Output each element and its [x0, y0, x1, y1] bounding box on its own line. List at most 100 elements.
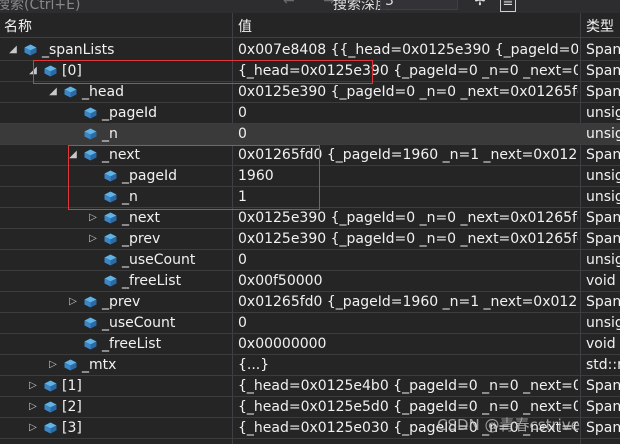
- object-icon: [44, 401, 57, 413]
- column-divider[interactable]: [580, 13, 581, 38]
- watch-row[interactable]: ▷ _prev 0x0125e390 {_pageId=0 _n=0 _next=0…: [0, 229, 620, 250]
- variable-name: _n: [102, 126, 118, 142]
- watch-row[interactable]: ◢ [0] {_head=0x0125e390 {_pageId=0 _n=0 _n…: [0, 61, 620, 82]
- object-icon: [84, 296, 97, 308]
- variable-value[interactable]: {_head=0x0125e5d0 {_pageId=0 _n=0 _next=…: [238, 399, 578, 415]
- variable-type: unsig: [586, 315, 620, 331]
- variable-value[interactable]: 1960: [238, 168, 578, 184]
- expand-arrow-icon[interactable]: ▷: [88, 232, 98, 246]
- collapse-arrow-icon[interactable]: ◢: [8, 43, 18, 57]
- object-icon: [64, 86, 77, 98]
- variable-name: _prev: [102, 294, 141, 310]
- watch-column-header: 名称 值 类型: [0, 13, 620, 38]
- watch-row[interactable]: ▷ _mtx {...} std::m: [0, 355, 620, 376]
- object-icon: [44, 65, 57, 77]
- column-header-value[interactable]: 值: [238, 16, 252, 36]
- expand-arrow-icon[interactable]: ▷: [48, 358, 58, 372]
- collapse-arrow-icon[interactable]: ◢: [48, 85, 58, 99]
- variable-value[interactable]: {_head=0x0125e4b0 {_pageId=0 _n=0 _next=…: [238, 378, 578, 394]
- watch-row[interactable]: ▷ _prev 0x01265fd0 {_pageId=1960 _n=1 _nex…: [0, 292, 620, 313]
- pin-icon[interactable]: ✢: [473, 0, 487, 10]
- variable-value[interactable]: 0: [238, 252, 578, 268]
- object-icon: [84, 338, 97, 350]
- variable-name: _freeList: [102, 336, 162, 352]
- variable-value[interactable]: {_head=0x0125e390 {_pageId=0 _n=0 _next=…: [238, 63, 578, 79]
- expand-arrow-icon[interactable]: ▷: [28, 400, 38, 414]
- variable-type: unsig: [586, 252, 620, 268]
- watch-row[interactable]: _useCount 0 unsig: [0, 250, 620, 271]
- expand-arrow-icon[interactable]: ▷: [28, 421, 38, 435]
- watch-row[interactable]: _useCount 0 unsig: [0, 313, 620, 334]
- variable-type: Span: [586, 378, 620, 394]
- variable-name: [3]: [62, 420, 82, 436]
- watch-row[interactable]: _freeList 0x00000000 void: [0, 334, 620, 355]
- variable-name: _pageId: [102, 105, 157, 121]
- variable-name: _freeList: [122, 273, 182, 289]
- variable-type: void: [586, 336, 616, 352]
- variable-name: _mtx: [82, 357, 117, 373]
- variable-value[interactable]: 0x007e8408 {{_head=0x0125e390 {_pageId=0…: [238, 42, 578, 58]
- variable-type: unsig: [586, 168, 620, 184]
- view-options-icon[interactable]: ≡: [500, 0, 516, 12]
- expand-arrow-icon[interactable]: ▷: [68, 295, 78, 309]
- variable-type: Span: [586, 147, 620, 163]
- object-icon: [24, 44, 37, 56]
- variable-type: Span: [586, 420, 620, 436]
- variable-value[interactable]: 0x01265fd0 {_pageId=1960 _n=1 _next=0x01…: [238, 294, 578, 310]
- search-box[interactable]: 搜索(Ctrl+E): [0, 0, 80, 13]
- variable-name: _prev: [122, 231, 161, 247]
- variable-value[interactable]: {...}: [238, 357, 578, 373]
- watch-row[interactable]: _freeList 0x00f50000 void: [0, 271, 620, 292]
- variable-value[interactable]: 0: [238, 105, 578, 121]
- expand-arrow-icon[interactable]: ▷: [88, 211, 98, 225]
- expand-arrow-icon[interactable]: ▷: [28, 379, 38, 393]
- watch-row[interactable]: ◢ _head 0x0125e390 {_pageId=0 _n=0 _next=0…: [0, 82, 620, 103]
- column-header-type[interactable]: 类型: [586, 16, 614, 36]
- watch-row[interactable]: _pageId 0 unsig: [0, 103, 620, 124]
- variable-value[interactable]: 0x00000000: [238, 336, 578, 352]
- variable-name: _useCount: [102, 315, 176, 331]
- variable-type: Span: [586, 42, 620, 58]
- watermark: CSDN @青春cstrive: [437, 416, 580, 434]
- watch-row[interactable]: ▷ _next 0x0125e390 {_pageId=0 _n=0 _next=0…: [0, 208, 620, 229]
- search-depth-input[interactable]: 3: [380, 0, 458, 10]
- variable-name: _next: [102, 147, 141, 163]
- variable-value[interactable]: 0x0125e390 {_pageId=0 _n=0 _next=0x01265…: [238, 84, 578, 100]
- object-icon: [104, 191, 117, 203]
- variable-type: unsig: [586, 126, 620, 142]
- object-icon: [104, 170, 117, 182]
- variable-value[interactable]: 1: [238, 189, 578, 205]
- variable-name: _n: [122, 189, 138, 205]
- watch-row[interactable]: _n 0 unsig: [0, 124, 620, 145]
- variable-name: _spanLists: [42, 42, 115, 58]
- object-icon: [104, 233, 117, 245]
- watch-row[interactable]: ▷ [1] {_head=0x0125e4b0 {_pageId=0 _n=0 _n…: [0, 376, 620, 397]
- watch-row[interactable]: _pageId 1960 unsig: [0, 166, 620, 187]
- variable-type: Span: [586, 63, 620, 79]
- object-icon: [84, 317, 97, 329]
- column-divider[interactable]: [232, 13, 233, 38]
- variable-value[interactable]: 0: [238, 126, 578, 142]
- variable-type: unsig: [586, 189, 620, 205]
- column-header-name[interactable]: 名称: [4, 16, 32, 36]
- variable-value[interactable]: 0x00f50000: [238, 273, 578, 289]
- variable-name: _pageId: [122, 168, 177, 184]
- watch-row[interactable]: _n 1 unsig: [0, 187, 620, 208]
- variable-value[interactable]: 0x0125e390 {_pageId=0 _n=0 _next=0x01265…: [238, 210, 578, 226]
- variable-value[interactable]: 0: [238, 315, 578, 331]
- watch-toolbar: 搜索(Ctrl+E) ← → 搜索深度: 3 ✢ ≡: [0, 0, 620, 13]
- object-icon: [44, 422, 57, 434]
- watch-row[interactable]: ◢ _spanLists 0x007e8408 {{_head=0x0125e390…: [0, 40, 620, 61]
- object-icon: [104, 212, 117, 224]
- watch-row[interactable]: ◢ _next 0x01265fd0 {_pageId=1960 _n=1 _nex…: [0, 145, 620, 166]
- object-icon: [84, 149, 97, 161]
- collapse-arrow-icon[interactable]: ◢: [28, 64, 38, 78]
- collapse-arrow-icon[interactable]: ◢: [68, 148, 78, 162]
- variable-value[interactable]: 0x01265fd0 {_pageId=1960 _n=1 _next=0x01…: [238, 147, 578, 163]
- variable-type: Span: [586, 294, 620, 310]
- variable-type: Span: [586, 84, 620, 100]
- object-icon: [104, 254, 117, 266]
- variable-value[interactable]: 0x0125e390 {_pageId=0 _n=0 _next=0x01265…: [238, 231, 578, 247]
- object-icon: [84, 107, 97, 119]
- variable-name: [1]: [62, 378, 82, 394]
